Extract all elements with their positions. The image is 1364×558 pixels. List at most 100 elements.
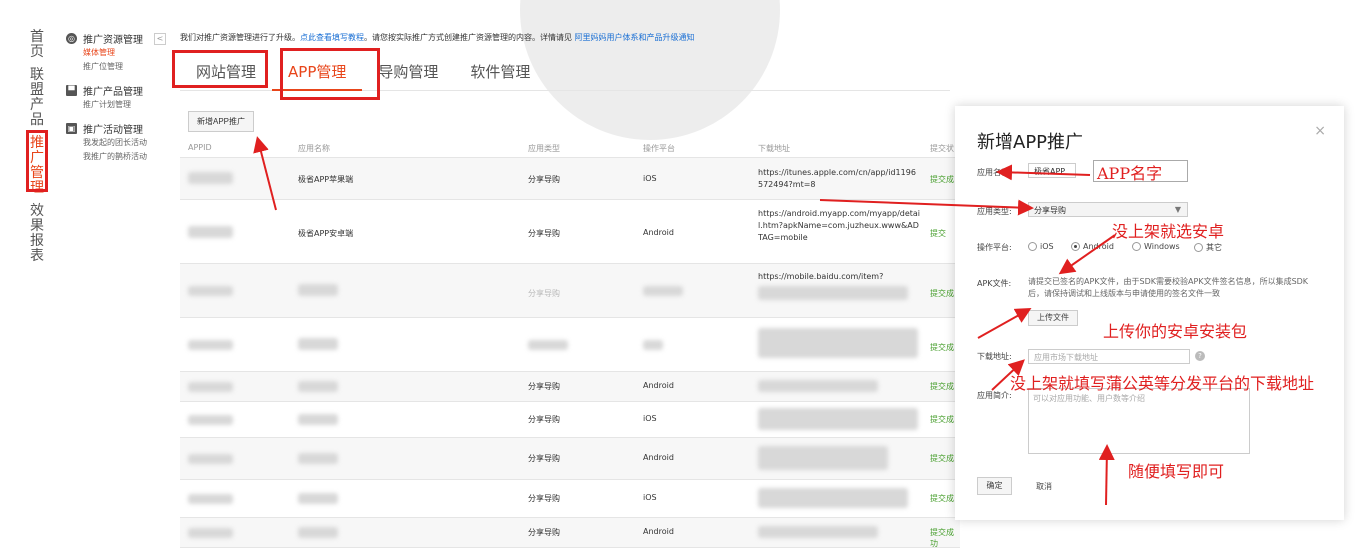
gift-icon: ▣ — [66, 122, 77, 134]
table-row[interactable]: 极省APP苹果端 分享导购 iOS https://itunes.apple.c… — [180, 158, 960, 200]
confirm-button[interactable]: 确定 — [977, 477, 1012, 495]
tab-software[interactable]: 软件管理 — [454, 55, 546, 91]
flag-icon: ▀ — [66, 84, 77, 96]
cancel-link[interactable]: 取消 — [1036, 481, 1052, 492]
col-download-url: 下载地址 — [758, 144, 790, 153]
annotation-intro: 随便填写即可 — [1128, 462, 1225, 481]
menu-group-title[interactable]: 推广产品管理 — [83, 83, 143, 98]
blurred-appid — [188, 454, 233, 464]
menu-item-bridge-activity[interactable]: 我推广的鹊桥活动 — [66, 150, 166, 164]
radio-label: iOS — [1040, 242, 1054, 251]
upgrade-notice-link[interactable]: 阿里妈妈用户体系和产品升级通知 — [575, 33, 695, 42]
blurred-name — [298, 381, 338, 392]
side-submenu: ◎ 推广资源管理 媒体管理 推广位管理 ▀ 推广产品管理 推广计划管理 ▣ 推广活动管… — [66, 30, 166, 172]
download-url-input[interactable]: 应用市场下载地址 — [1028, 349, 1190, 364]
apk-hint: 请提交已签名的APK文件，由于SDK需要校验APK文件签名信息，所以集成SDK后… — [1028, 277, 1309, 298]
radio-android[interactable]: Android — [1071, 242, 1114, 251]
col-platform: 操作平台 — [643, 144, 675, 153]
blurred-appid — [188, 415, 233, 425]
blurred-platform — [643, 286, 683, 296]
cell-status: 提交成 — [930, 175, 954, 184]
blurred-platform — [643, 340, 663, 350]
tutorial-link[interactable]: 点此查看填写教程 — [300, 33, 364, 42]
intro-label: 应用简介: — [977, 391, 1012, 400]
nav-reports[interactable]: 效果报表 — [30, 204, 46, 264]
blurred-url — [758, 380, 878, 392]
upload-file-button[interactable]: 上传文件 — [1028, 310, 1078, 326]
radio-selected-icon — [1071, 242, 1080, 251]
blurred-appid — [188, 382, 233, 392]
col-app-name: 应用名称 — [298, 144, 330, 153]
cell-download-url: https://android.myapp.com/myapp/detail.h… — [758, 209, 921, 242]
cell-platform: iOS — [643, 174, 657, 183]
blurred-name — [298, 284, 338, 296]
menu-item-media[interactable]: 媒体管理 — [66, 46, 166, 60]
cell-platform: Android — [643, 228, 674, 237]
help-icon[interactable]: ? — [1195, 351, 1205, 361]
table-row[interactable]: 分享导购 iOS 提交成 — [180, 480, 960, 518]
platform-label: 操作平台: — [977, 243, 1012, 252]
app-root: 首页 联盟产品 推广管理 效果报表 ◎ 推广资源管理 媒体管理 推广位管理 ▀ 推广… — [0, 0, 1364, 558]
blurred-name — [298, 493, 338, 504]
table-header: APPID 应用名称 应用类型 操作平台 下载地址 提交状 — [180, 138, 960, 158]
table-row[interactable]: 分享导购 Android 提交成功 — [180, 518, 960, 548]
cell-status: 提交成 — [930, 454, 954, 463]
cell-app-name: 极省APP安卓端 — [298, 229, 354, 238]
table-row[interactable]: 分享导购 iOS 提交成 — [180, 402, 960, 438]
nav-home[interactable]: 首页 — [30, 30, 46, 60]
cell-app-type: 分享导购 — [528, 289, 560, 298]
notice-text-2: 。请您按实际推广方式创建推广资源管理的内容。详情请见 — [364, 33, 572, 42]
blurred-url — [758, 328, 918, 358]
table-row[interactable]: 分享导购 Android 提交成 — [180, 372, 960, 402]
cell-status: 提交 — [930, 229, 946, 238]
add-app-button[interactable]: 新增APP推广 — [188, 111, 255, 132]
intro-textarea[interactable]: 可以对应用功能、用户数等介绍 — [1028, 388, 1250, 454]
highlight-box-nav — [26, 130, 48, 192]
cell-app-name: 极省APP苹果端 — [298, 175, 354, 184]
blurred-appid — [188, 286, 233, 296]
blurred-url — [758, 526, 878, 538]
collapse-sidebar-button[interactable]: < — [154, 33, 166, 45]
cell-platform: Android — [643, 381, 674, 390]
table-row[interactable]: 分享导购 Android 提交成 — [180, 438, 960, 480]
menu-item-adzone[interactable]: 推广位管理 — [66, 60, 166, 74]
table-row[interactable]: 分享导购 https://mobile.baidu.com/item? 提交成 — [180, 264, 960, 318]
annotation-upload: 上传你的安卓安装包 — [1103, 322, 1248, 341]
close-icon[interactable]: × — [1314, 123, 1326, 139]
cell-platform: iOS — [643, 493, 657, 502]
globe-icon: ◎ — [66, 32, 77, 44]
radio-ios[interactable]: iOS — [1028, 242, 1054, 251]
cell-app-type: 分享导购 — [528, 528, 560, 537]
menu-group-title[interactable]: 推广资源管理 — [83, 31, 143, 46]
cell-status: 提交成 — [930, 289, 954, 298]
blurred-appid — [188, 528, 233, 538]
cell-status: 提交成功 — [930, 528, 954, 548]
cell-download-url: https://itunes.apple.com/cn/app/id119657… — [758, 168, 916, 189]
table-row[interactable]: 提交成 — [180, 318, 960, 372]
blurred-url — [758, 446, 888, 470]
app-type-select[interactable]: 分享导购 ▼ — [1028, 202, 1188, 217]
blurred-name — [298, 414, 338, 425]
table-row[interactable]: 极省APP安卓端 分享导购 Android https://android.my… — [180, 200, 960, 264]
cell-platform: Android — [643, 527, 674, 536]
blurred-url — [758, 488, 908, 508]
upgrade-notice: 我们对推广资源管理进行了升级。点此查看填写教程。请您按实际推广方式创建推广资源管… — [180, 32, 695, 43]
radio-icon — [1132, 242, 1141, 251]
menu-item-plan[interactable]: 推广计划管理 — [66, 98, 166, 112]
app-name-input[interactable]: 极省APP — [1028, 163, 1076, 178]
menu-item-my-activity[interactable]: 我发起的团长活动 — [66, 136, 166, 150]
col-app-type: 应用类型 — [528, 144, 560, 153]
nav-products[interactable]: 联盟产品 — [30, 68, 46, 128]
blurred-type — [528, 340, 568, 350]
radio-other[interactable]: 其它 — [1194, 242, 1222, 253]
radio-windows[interactable]: Windows — [1132, 242, 1180, 251]
blurred-name — [298, 527, 338, 538]
menu-group-title[interactable]: 推广活动管理 — [83, 121, 143, 136]
cell-app-type: 分享导购 — [528, 415, 560, 424]
radio-label: 其它 — [1206, 243, 1222, 252]
radio-label: Android — [1083, 242, 1114, 251]
annotation-app-name: APP名字 — [1097, 164, 1163, 183]
blurred-name — [298, 453, 338, 464]
cell-status: 提交成 — [930, 494, 954, 503]
cell-status: 提交成 — [930, 415, 954, 424]
